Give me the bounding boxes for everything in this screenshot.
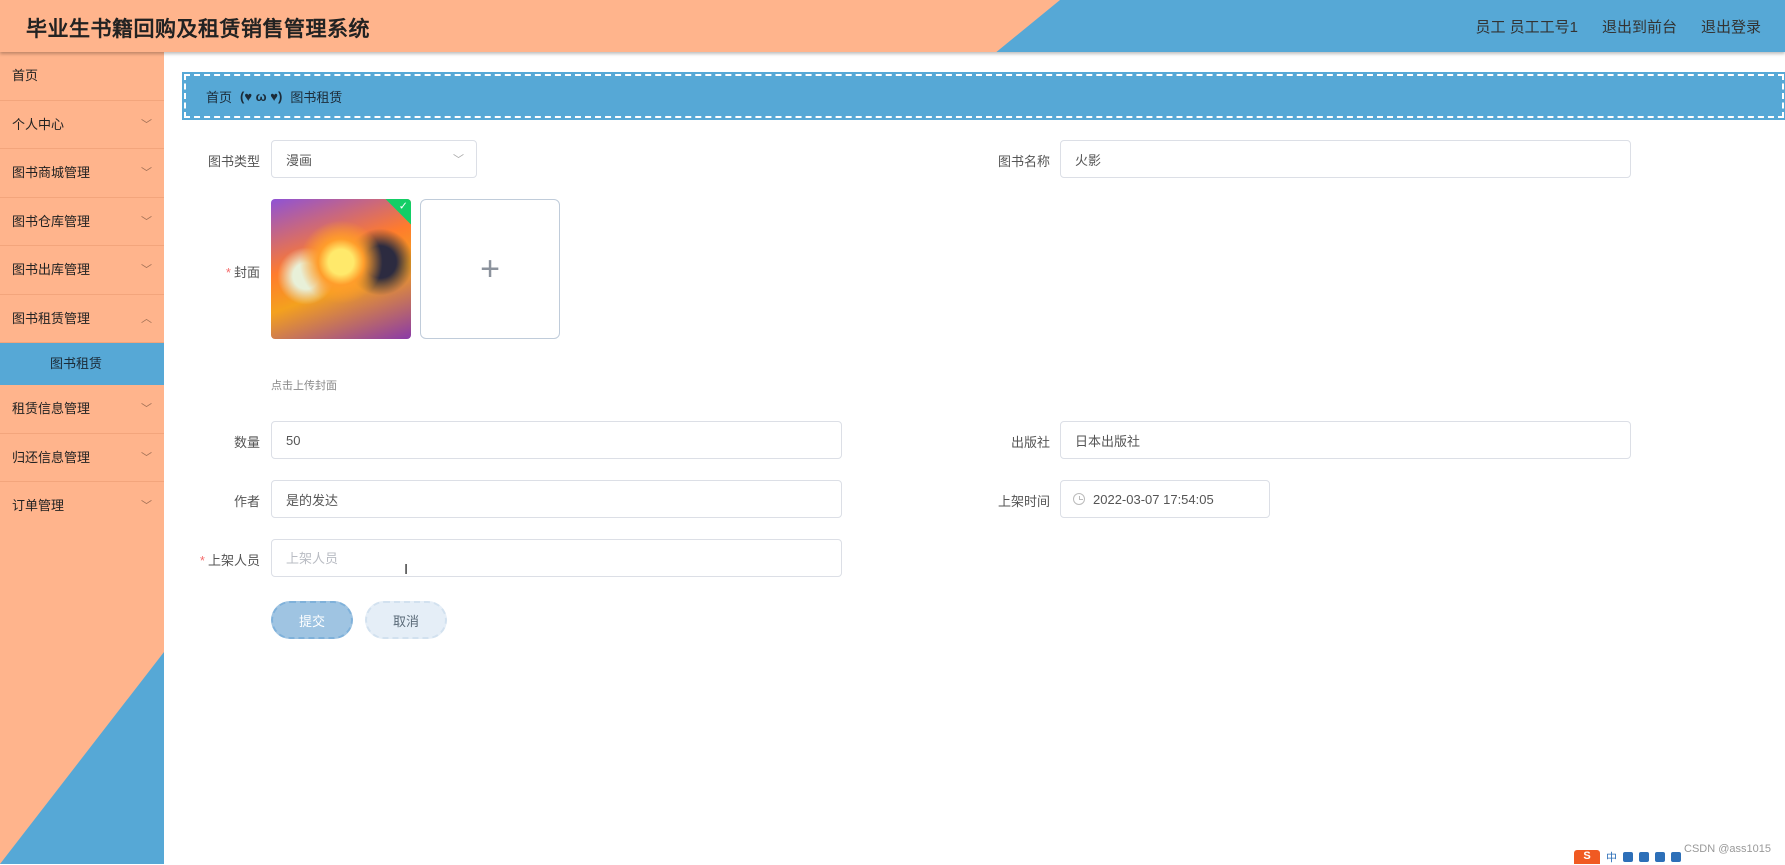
sidebar-item-label: 图书租赁管理 — [12, 310, 91, 326]
sidebar: 首页 个人中心 ﹀ 图书商城管理 ﹀ 图书仓库管理 ﹀ 图书出库管理 ﹀ 图书租… — [0, 52, 164, 864]
top-header: 毕业生书籍回购及租赁销售管理系统 员工 员工工号1 退出到前台 退出登录 — [0, 0, 1785, 52]
book-type-value: 漫画 — [286, 152, 313, 168]
author-input[interactable] — [286, 491, 841, 507]
shelf-person-input[interactable] — [286, 550, 841, 566]
sidebar-item-rental-management[interactable]: 图书租赁管理 ︿ — [0, 295, 164, 343]
author-field[interactable] — [271, 480, 842, 518]
sidebar-item-label: 图书仓库管理 — [12, 213, 91, 229]
current-user: 员工 员工工号1 — [1475, 19, 1578, 36]
chevron-down-icon: ﹀ — [141, 167, 152, 179]
sidebar-item-label: 图书出库管理 — [12, 262, 91, 277]
sidebar-item-outbound-management[interactable]: 图书出库管理 ﹀ — [0, 246, 164, 295]
sogou-ime-icon[interactable]: S — [1574, 850, 1600, 864]
chevron-up-icon: ︿ — [141, 312, 152, 325]
required-mark: * — [199, 553, 205, 568]
author-label: 作者 — [233, 494, 260, 509]
sidebar-item-label: 个人中心 — [12, 116, 65, 132]
shelf-person-label-text: 上架人员 — [207, 553, 260, 568]
sidebar-item-warehouse-management[interactable]: 图书仓库管理 ﹀ — [0, 198, 164, 246]
sidebar-item-label: 图书商城管理 — [12, 165, 91, 180]
breadcrumb-current: 图书租赁 — [290, 89, 343, 105]
cancel-button[interactable]: 取消 — [365, 601, 447, 639]
chevron-down-icon: ﹀ — [141, 264, 152, 276]
chevron-down-icon: ﹀ — [141, 403, 152, 415]
shelf-time-value: 2022-03-07 17:54:05 — [1093, 491, 1214, 507]
quantity-label: 数量 — [233, 435, 260, 450]
shelf-person-label: * 上架人员 — [160, 550, 260, 569]
tray-icon[interactable] — [1671, 852, 1681, 862]
shelf-person-field[interactable] — [271, 539, 842, 577]
sidebar-subitem-book-rental[interactable]: 图书租赁 — [0, 343, 164, 385]
header-links: 员工 员工工号1 退出到前台 退出登录 — [1475, 16, 1761, 37]
sidebar-item-rental-info-management[interactable]: 租赁信息管理 ﹀ — [0, 385, 164, 434]
chevron-down-icon: ﹀ — [141, 500, 152, 512]
sidebar-menu: 首页 个人中心 ﹀ 图书商城管理 ﹀ 图书仓库管理 ﹀ 图书出库管理 ﹀ 图书租… — [0, 52, 164, 531]
text-cursor-icon: Ⅰ — [404, 562, 409, 578]
system-tray: S 中 — [1574, 850, 1785, 864]
check-icon: ✓ — [398, 200, 408, 213]
tray-icon[interactable] — [1639, 852, 1649, 862]
sidebar-item-label: 租赁信息管理 — [12, 401, 91, 416]
upload-success-badge: ✓ — [385, 199, 411, 225]
book-name-field[interactable] — [1060, 140, 1631, 178]
quantity-field[interactable] — [271, 421, 842, 459]
chevron-down-icon: ﹀ — [141, 118, 152, 131]
chevron-down-icon: ﹀ — [141, 215, 152, 228]
required-mark: * — [225, 265, 231, 280]
shelf-time-label: 上架时间 — [997, 494, 1050, 509]
ime-mode-indicator[interactable]: 中 — [1606, 849, 1617, 865]
book-name-label: 图书名称 — [997, 154, 1050, 169]
sidebar-item-label: 归还信息管理 — [12, 449, 91, 465]
sidebar-item-home[interactable]: 首页 — [0, 52, 164, 101]
chevron-down-icon: ﹀ — [141, 451, 152, 464]
book-type-label: 图书类型 — [207, 154, 260, 169]
clock-icon — [1073, 493, 1085, 505]
publisher-label: 出版社 — [1010, 435, 1050, 450]
tray-icon[interactable] — [1655, 852, 1665, 862]
sidebar-item-return-info-management[interactable]: 归还信息管理 ﹀ — [0, 434, 164, 482]
upload-cover-button[interactable]: + — [420, 199, 560, 339]
cover-label: * 封面 — [160, 262, 260, 281]
sidebar-item-label: 订单管理 — [12, 498, 65, 513]
breadcrumb-separator: (♥ ω ♥) — [240, 88, 283, 104]
back-to-frontend-link[interactable]: 退出到前台 — [1602, 16, 1677, 37]
submit-button[interactable]: 提交 — [271, 601, 353, 639]
publisher-input[interactable] — [1075, 432, 1630, 448]
sidebar-item-mall-management[interactable]: 图书商城管理 ﹀ — [0, 149, 164, 198]
logout-link[interactable]: 退出登录 — [1701, 16, 1761, 37]
upload-cover-tip: 点击上传封面 — [271, 380, 337, 392]
breadcrumb: 首页 (♥ ω ♥) 图书租赁 — [182, 72, 1785, 120]
book-name-input[interactable] — [1075, 151, 1630, 167]
app-title: 毕业生书籍回购及租赁销售管理系统 — [26, 18, 370, 41]
plus-icon: + — [480, 249, 500, 288]
publisher-field[interactable] — [1060, 421, 1631, 459]
sidebar-item-label: 首页 — [12, 68, 39, 83]
tray-icon[interactable] — [1623, 852, 1633, 862]
cover-label-text: 封面 — [233, 265, 260, 280]
quantity-input[interactable] — [286, 432, 841, 448]
shelf-time-picker[interactable]: 2022-03-07 17:54:05 — [1060, 480, 1270, 518]
chevron-down-icon: ﹀ — [453, 154, 464, 166]
sidebar-decor-triangle — [0, 652, 164, 864]
book-type-select[interactable]: 漫画 ﹀ — [271, 140, 477, 178]
breadcrumb-home[interactable]: 首页 — [206, 87, 232, 106]
cover-image-thumbnail[interactable]: ✓ — [271, 199, 411, 339]
sidebar-item-personal-center[interactable]: 个人中心 ﹀ — [0, 101, 164, 149]
sidebar-item-order-management[interactable]: 订单管理 ﹀ — [0, 482, 164, 531]
